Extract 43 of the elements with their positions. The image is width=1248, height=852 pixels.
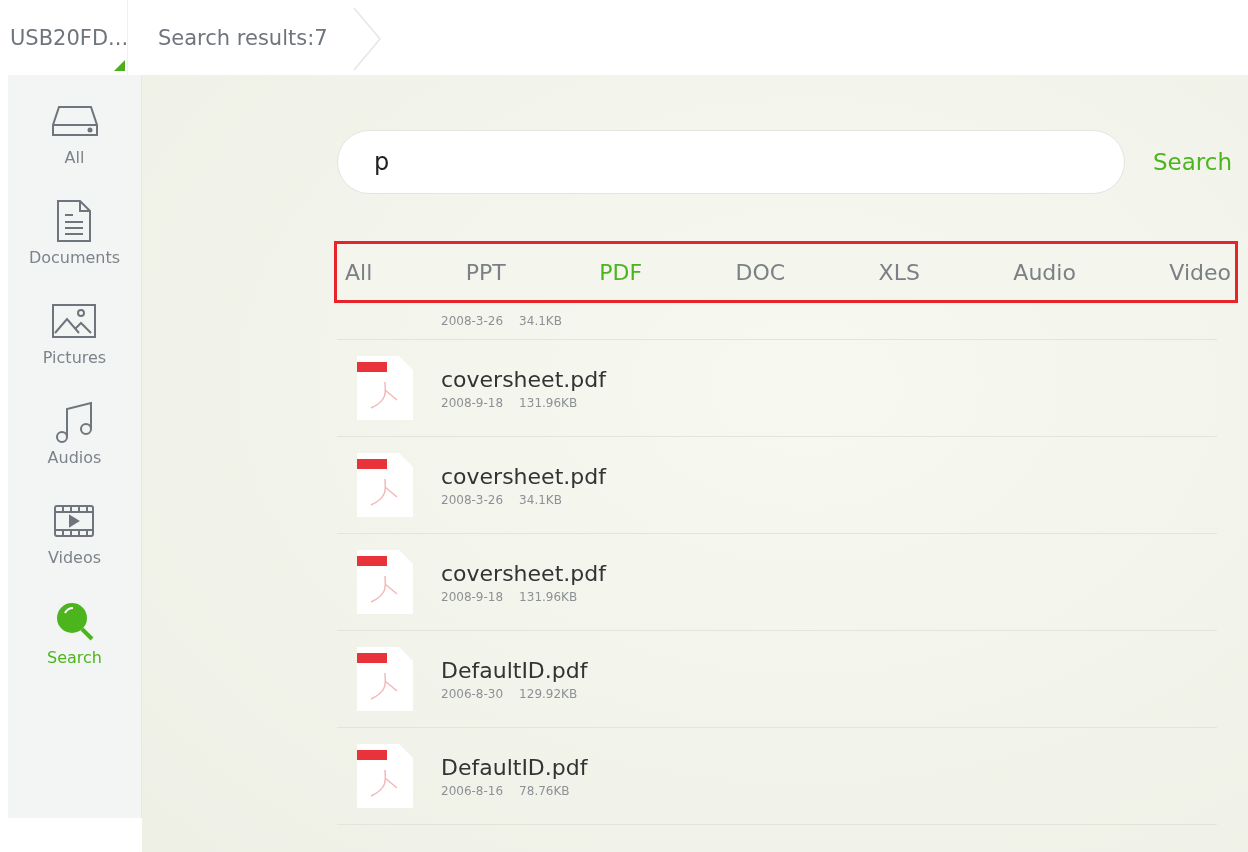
file-date: 2008-3-26: [441, 314, 504, 328]
sidebar-item[interactable]: Documents: [28, 197, 121, 289]
file-name[interactable]: coversheet.pdf: [441, 560, 606, 586]
chevron-icon: [351, 8, 382, 70]
file-name[interactable]: coversheet.pdf: [441, 366, 606, 392]
file-size: 131.96KB: [519, 589, 578, 604]
file-date: 2008-9-18: [441, 589, 504, 604]
file-size: 131.96KB: [519, 395, 578, 410]
pdf-file-icon: [357, 356, 413, 420]
file-size: 129.92KB: [519, 686, 578, 701]
file-name[interactable]: coversheet.pdf: [441, 463, 606, 489]
sidebar-item[interactable]: All: [50, 97, 99, 189]
filter-tab[interactable]: XLS: [878, 259, 920, 285]
file-date: 2008-9-18: [441, 395, 504, 410]
filter-tab[interactable]: Audio: [1013, 259, 1076, 285]
file-name[interactable]: DefaultID.pdf: [441, 754, 588, 780]
search-field[interactable]: p: [337, 130, 1125, 194]
music-note-icon: [54, 399, 95, 443]
sidebar-item[interactable]: Search: [47, 597, 102, 689]
pdf-file-icon: [357, 744, 413, 808]
sidebar-item[interactable]: Pictures: [42, 297, 107, 389]
pdf-file-icon: [357, 550, 413, 614]
file-date: 2008-3-26: [441, 492, 504, 507]
filter-tab[interactable]: PDF: [599, 259, 643, 285]
file-size: 34.1KB: [519, 314, 562, 328]
pdf-file-icon: [357, 647, 413, 711]
file-size: 78.76KB: [519, 783, 570, 798]
sidebar-item[interactable]: Audios: [47, 397, 102, 489]
pdf-file-icon: [357, 453, 413, 517]
picture-icon: [51, 303, 98, 339]
sidebar-item[interactable]: Videos: [47, 497, 102, 589]
search-icon: [54, 601, 95, 641]
search-button[interactable]: Search: [1153, 149, 1233, 175]
film-play-icon: [53, 504, 96, 538]
filter-tab[interactable]: DOC: [735, 259, 786, 285]
file-size: 34.1KB: [519, 492, 562, 507]
file-date: 2006-8-30: [441, 686, 504, 701]
filter-tab[interactable]: PPT: [465, 259, 506, 285]
filter-tab[interactable]: Video: [1169, 259, 1231, 285]
filter-tab[interactable]: All: [345, 259, 373, 285]
file-name[interactable]: DefaultID.pdf: [441, 657, 588, 683]
file-date: 2006-8-16: [441, 783, 504, 798]
document-icon: [56, 199, 93, 243]
